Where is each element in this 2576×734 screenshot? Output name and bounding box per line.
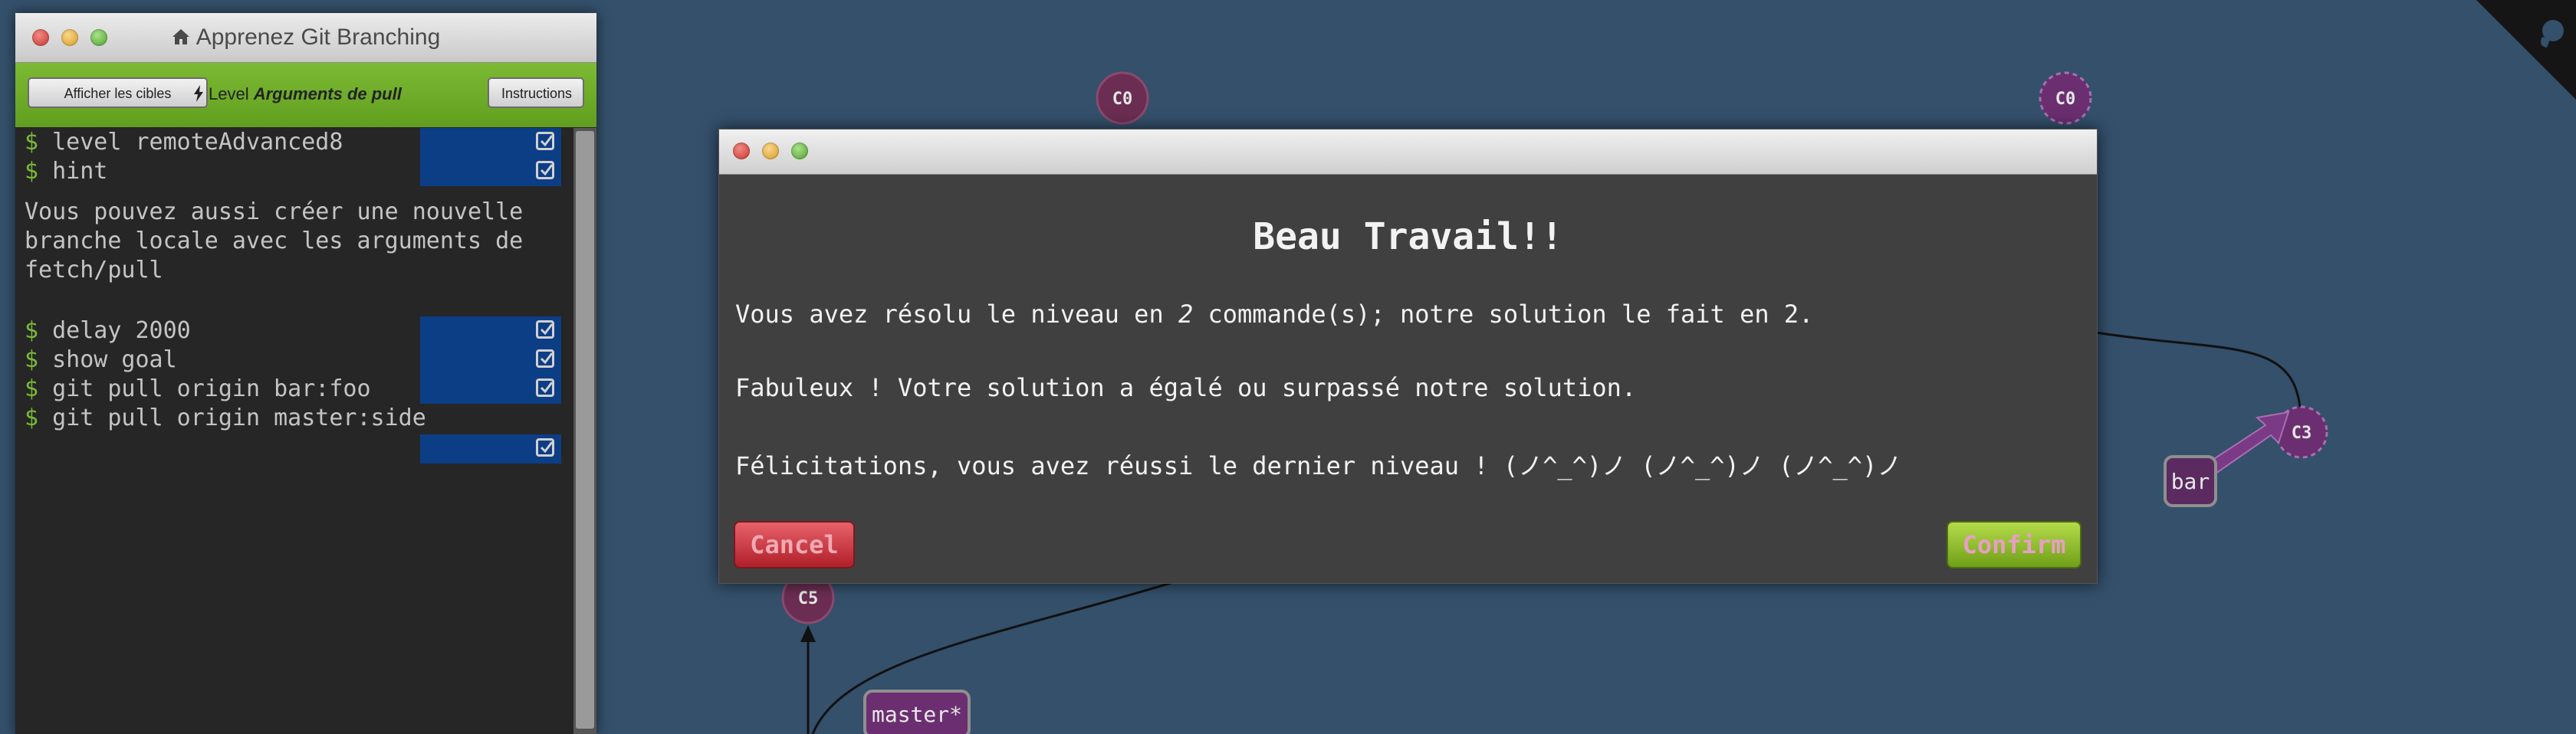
show-goals-button[interactable]: Afficher les cibles bbox=[28, 77, 208, 108]
dialog-result-text: Vous avez résolu le niveau en 2 commande… bbox=[735, 300, 1813, 329]
hint-output: Vous pouvez aussi créer une nouvelle bra… bbox=[25, 198, 524, 283]
command-text: level remoteAdvanced8 bbox=[52, 129, 343, 156]
checkbox-checked-icon bbox=[536, 438, 554, 457]
prompt-symbol: $ bbox=[25, 405, 39, 431]
dialog-title: Beau Travail!! bbox=[1253, 215, 1563, 258]
checkbox-checked-icon bbox=[536, 349, 554, 368]
window-title-text: Apprenez Git Branching bbox=[196, 25, 441, 50]
dialog-titlebar bbox=[719, 129, 2097, 175]
branch-label: master* bbox=[872, 702, 962, 727]
commit-label: C5 bbox=[798, 589, 819, 608]
commit-label: C0 bbox=[1112, 90, 1133, 109]
command-text: hint bbox=[52, 158, 108, 185]
terminal-window: Apprenez Git Branching Afficher les cibl… bbox=[15, 13, 596, 734]
checkbox-checked-icon bbox=[536, 320, 554, 339]
command-text: git pull origin bar:foo bbox=[52, 375, 371, 402]
terminal-output: $ level remoteAdvanced8 $ hint Vous pouv… bbox=[15, 128, 573, 734]
prompt-symbol: $ bbox=[25, 317, 39, 344]
branch-label: bar bbox=[2171, 469, 2210, 494]
result-text-end: commande(s); notre solution le fait en 2… bbox=[1193, 300, 1814, 329]
lightning-icon bbox=[194, 85, 203, 102]
result-text-start: Vous avez résolu le niveau en bbox=[735, 300, 1178, 329]
level-toolbar: Afficher les cibles Level Arguments de p… bbox=[15, 63, 596, 127]
command-line: $ hint bbox=[25, 157, 107, 186]
commit-node: C0 bbox=[1096, 71, 1149, 125]
github-corner-icon[interactable] bbox=[2476, 0, 2576, 100]
command-text: git pull origin master:side bbox=[52, 405, 426, 431]
command-line: $ git pull origin master:side bbox=[25, 404, 426, 433]
arrow-head bbox=[800, 625, 816, 642]
level-complete-dialog: Beau Travail!! Vous avez résolu le nivea… bbox=[718, 129, 2098, 584]
command-line: $ git pull origin bar:foo bbox=[25, 375, 371, 404]
level-name: Arguments de pull bbox=[253, 84, 402, 103]
terminal-scrollbar[interactable] bbox=[573, 128, 596, 734]
checkbox-checked-icon bbox=[536, 378, 554, 397]
command-line: $ show goal bbox=[25, 346, 177, 375]
command-text: show goal bbox=[52, 346, 177, 373]
command-count: 2 bbox=[1178, 300, 1194, 329]
level-prefix: Level bbox=[209, 84, 249, 103]
home-icon bbox=[172, 29, 189, 44]
commit-label: C0 bbox=[2055, 90, 2076, 109]
confirm-button[interactable]: Confirm bbox=[1947, 521, 2082, 569]
commit-link bbox=[2095, 331, 2302, 408]
branch-tag-bar: bar bbox=[2164, 411, 2290, 507]
prompt-symbol: $ bbox=[25, 346, 39, 373]
instructions-button[interactable]: Instructions bbox=[488, 77, 584, 108]
dialog-congrats-text: Félicitations, vous avez réussi le derni… bbox=[735, 451, 1902, 480]
commit-node: C0 bbox=[2039, 71, 2092, 125]
command-text: delay 2000 bbox=[52, 317, 191, 344]
dialog-compare-text: Fabuleux ! Votre solution a égalé ou sur… bbox=[735, 373, 1637, 402]
checkbox-checked-icon bbox=[536, 132, 554, 150]
level-indicator: Level Arguments de pull bbox=[193, 84, 402, 104]
prompt-symbol: $ bbox=[25, 129, 39, 156]
commit-label: C3 bbox=[2292, 424, 2312, 443]
prompt-symbol: $ bbox=[25, 158, 39, 185]
window-title: Apprenez Git Branching bbox=[15, 25, 596, 51]
maximize-dialog-button[interactable] bbox=[791, 143, 808, 159]
checkbox-checked-icon bbox=[536, 161, 554, 179]
scrollbar-thumb[interactable] bbox=[576, 131, 594, 729]
command-line: $ level remoteAdvanced8 bbox=[25, 128, 343, 157]
cancel-button[interactable]: Cancel bbox=[734, 521, 855, 569]
close-dialog-button[interactable] bbox=[733, 143, 750, 159]
terminal-titlebar: Apprenez Git Branching bbox=[15, 13, 596, 63]
branch-tag-master: master* bbox=[863, 690, 971, 734]
command-line: $ delay 2000 bbox=[25, 316, 191, 346]
prompt-symbol: $ bbox=[25, 375, 39, 402]
minimize-dialog-button[interactable] bbox=[762, 143, 779, 159]
